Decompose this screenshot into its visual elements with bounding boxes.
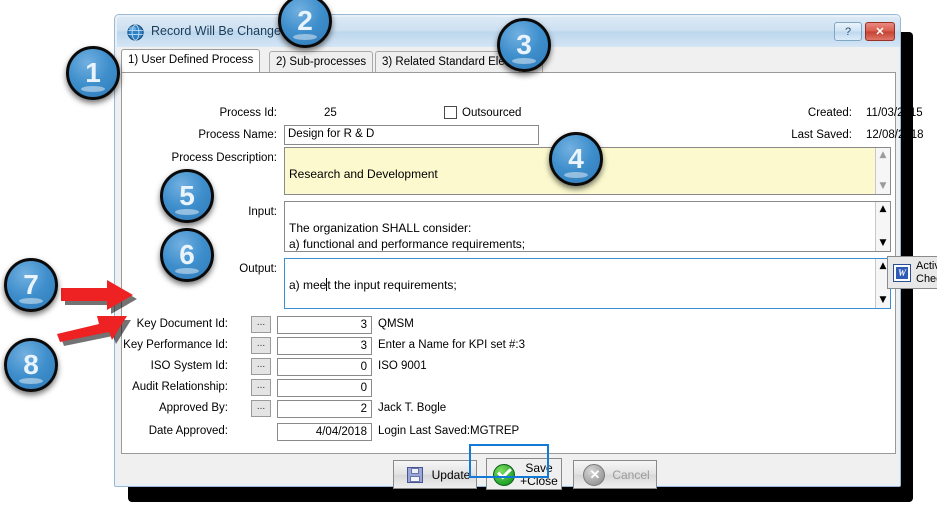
process-name-input[interactable]: Design for R & D [284, 125, 539, 145]
scroll-up-icon[interactable]: ▲ [876, 149, 890, 162]
iso-system-id-input[interactable]: 0 [277, 358, 372, 376]
key-performance-browse-button[interactable]: ... [251, 337, 271, 354]
created-value: 11/03/2015 [866, 107, 923, 119]
key-document-name: QMSM [378, 318, 414, 330]
input-scrollbar[interactable]: ▲ ▼ [875, 202, 890, 251]
output-line-1: a) meet the input requirements; [289, 277, 886, 293]
gray-x-icon: ✕ [583, 464, 605, 486]
cancel-button[interactable]: ✕ Cancel [573, 460, 657, 489]
callout-badge-8: 8 [4, 338, 58, 392]
process-id-value: 25 [324, 107, 337, 119]
scroll-down-icon[interactable]: ▼ [876, 180, 890, 193]
output-text-b: t the input requirements; [327, 278, 456, 292]
check-mark [497, 465, 512, 480]
created-label: Created: [702, 107, 852, 119]
callout-badge-6: 6 [160, 228, 214, 282]
key-document-browse-button[interactable]: ... [251, 316, 271, 333]
date-approved-label: Date Approved: [122, 425, 228, 437]
callout-badge-5: 5 [160, 169, 214, 223]
input-memo[interactable]: The organization SHALL consider: a) func… [284, 201, 891, 252]
close-button[interactable]: ✕ [865, 22, 895, 41]
approved-by-browse-button[interactable]: ... [251, 400, 271, 417]
globe-icon [127, 24, 144, 41]
scroll-down-icon[interactable]: ▼ [876, 237, 890, 250]
callout-badge-1: 1 [66, 46, 120, 100]
date-approved-input[interactable]: 4/04/2018 [277, 423, 372, 441]
scroll-down-icon[interactable]: ▼ [876, 294, 890, 307]
iso-system-id-label: ISO System Id: [122, 360, 228, 372]
approved-by-name: Jack T. Bogle [378, 402, 446, 414]
outsourced-label: Outsourced [462, 107, 521, 119]
activate-spell-check-button[interactable]: W Activate Spell Check (F7) [887, 256, 937, 289]
callout-badge-4: 4 [549, 132, 603, 186]
key-performance-id-input[interactable]: 3 [277, 337, 372, 355]
spell-check-label: Activate Spell Check (F7) [916, 260, 937, 286]
input-text: The organization SHALL consider: a) func… [289, 221, 525, 251]
tab-sub-processes[interactable]: 2) Sub-processes [269, 51, 373, 72]
audit-relationship-label: Audit Relationship: [122, 381, 228, 393]
last-saved-label: Last Saved: [702, 129, 852, 141]
key-performance-name: Enter a Name for KPI set #:3 [378, 339, 525, 351]
audit-relationship-input[interactable]: 0 [277, 379, 372, 397]
floppy-label [410, 476, 420, 482]
output-text-a: a) mee [289, 278, 326, 292]
process-description-text: Research and Development [289, 167, 438, 181]
process-name-label: Process Name: [132, 129, 277, 141]
iso-system-name: ISO 9001 [378, 360, 427, 372]
green-check-icon [493, 464, 515, 486]
login-last-saved-label: Login Last Saved: [378, 425, 470, 437]
cancel-button-label: Cancel [608, 468, 654, 483]
update-button-label: Update [428, 468, 474, 483]
callout-arrow-8 [52, 305, 142, 347]
output-memo[interactable]: a) meet the input requirements; b) are a… [284, 258, 891, 309]
save-close-button-label: Save +Close [518, 462, 560, 488]
dialog-button-bar: Update Save +Close ✕ Cancel [121, 454, 896, 482]
x-mark: ✕ [589, 469, 601, 481]
update-button[interactable]: Update [393, 460, 477, 489]
description-scrollbar[interactable]: ▲ ▼ [875, 148, 890, 194]
form-panel: Process Id: 25 Outsourced Created: 11/03… [121, 72, 896, 454]
callout-badge-7: 7 [4, 258, 58, 312]
callout-badge-3: 3 [497, 18, 551, 72]
approved-by-input[interactable]: 2 [277, 400, 372, 418]
scroll-up-icon[interactable]: ▲ [876, 203, 890, 216]
word-icon: W [893, 264, 911, 282]
dialog-window: Record Will Be Changed ? ✕ 1) User Defin… [114, 14, 901, 487]
save-close-button[interactable]: Save +Close [486, 458, 562, 490]
login-last-saved-value: MGTREP [470, 425, 519, 437]
iso-system-browse-button[interactable]: ... [251, 358, 271, 375]
outsourced-checkbox[interactable] [444, 106, 457, 119]
key-document-id-input[interactable]: 3 [277, 316, 372, 334]
floppy-disk-icon [407, 467, 423, 483]
last-saved-value: 12/08/2018 [866, 129, 924, 141]
word-icon-letter: W [896, 267, 908, 279]
process-id-label: Process Id: [132, 107, 277, 119]
help-button[interactable]: ? [834, 22, 862, 41]
window-title: Record Will Be Changed [151, 24, 288, 38]
floppy-shutter [411, 468, 419, 474]
approved-by-label: Approved By: [122, 402, 228, 414]
process-description-label: Process Description: [132, 152, 277, 164]
audit-relationship-browse-button[interactable]: ... [251, 379, 271, 396]
tab-user-defined-process[interactable]: 1) User Defined Process [121, 49, 260, 72]
